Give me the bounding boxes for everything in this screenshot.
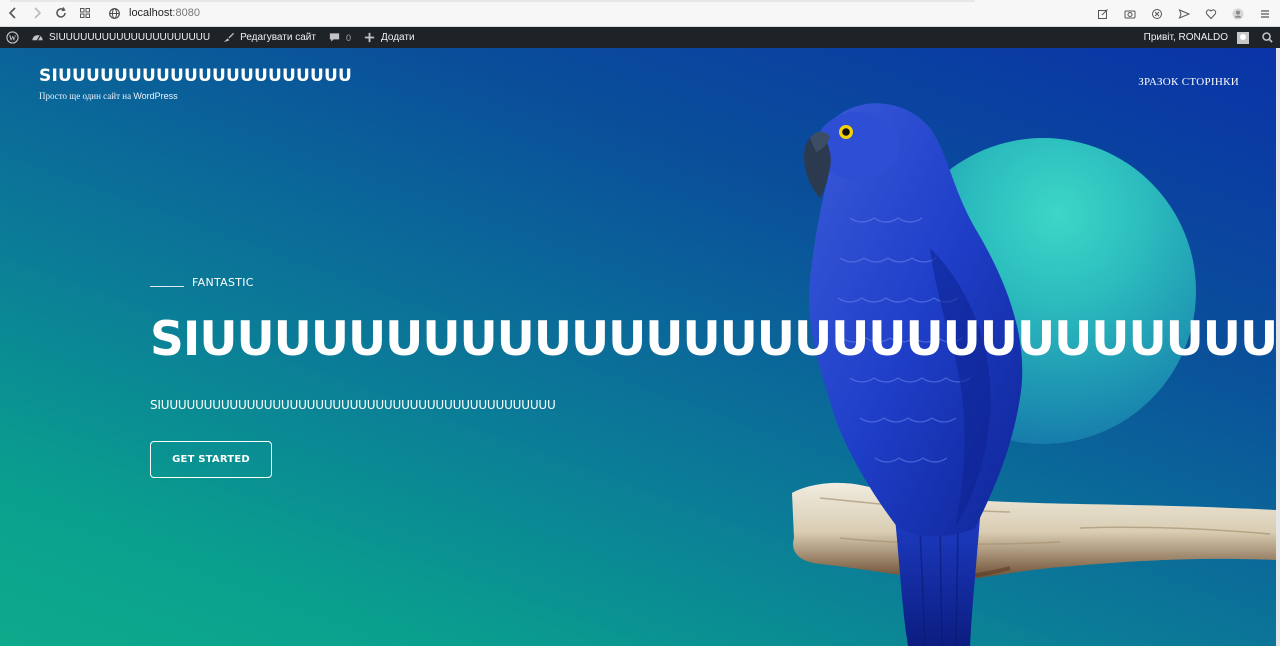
url-text: localhost:8080 xyxy=(129,7,200,19)
edit-icon[interactable] xyxy=(1092,3,1114,25)
comment-icon xyxy=(329,33,340,42)
plus-icon xyxy=(364,32,375,43)
admin-bar-edit-site[interactable]: Редагувати сайт xyxy=(216,27,322,48)
search-icon xyxy=(1262,32,1273,43)
camera-icon[interactable] xyxy=(1119,3,1141,25)
tab-strip xyxy=(10,0,975,2)
eyebrow-text: FANTASTIC xyxy=(192,276,254,289)
page-scrollbar[interactable] xyxy=(1276,48,1280,646)
menu-icon[interactable] xyxy=(1254,3,1276,25)
admin-bar-account[interactable]: Привіт, RONALDO xyxy=(1138,27,1255,48)
avatar xyxy=(1237,31,1249,44)
dashboard-icon xyxy=(32,35,43,41)
admin-bar-secondary: Привіт, RONALDO xyxy=(1138,27,1280,48)
parrot-image xyxy=(792,103,1276,646)
admin-bar-new-content[interactable]: Додати xyxy=(357,27,421,48)
site-tagline-text: Просто ще один сайт на xyxy=(39,91,134,101)
hero-subheadline: SIUUUUUUUUUUUUUUUUUUUUUUUUUUUUUUUUUUUUUU… xyxy=(150,398,556,412)
block-icon[interactable] xyxy=(1146,3,1168,25)
hero-eyebrow: FANTASTIC xyxy=(150,276,254,289)
get-started-button[interactable]: GET STARTED xyxy=(150,441,272,478)
browser-actions xyxy=(1090,3,1276,25)
wordpress-logo-icon[interactable]: W xyxy=(0,27,25,48)
admin-bar-greeting: Привіт, RONALDO xyxy=(1143,32,1228,43)
admin-bar-site-link[interactable]: SIUUUUUUUUUUUUUUUUUUUUU xyxy=(25,27,216,48)
hero-headline: SIUUUUUUUUUUUUUUUUUUUUUUUUUUUUU xyxy=(150,312,1276,367)
hero-section: SIUUUUUUUUUUUUUUUUUUUUU Просто ще один с… xyxy=(0,48,1276,646)
send-icon[interactable] xyxy=(1173,3,1195,25)
site-title[interactable]: SIUUUUUUUUUUUUUUUUUUUUU xyxy=(39,66,352,86)
url-host: localhost xyxy=(129,7,173,19)
nav-item-sample-page[interactable]: ЗРАЗОК СТОРІНКИ xyxy=(1138,76,1239,88)
url-port: :8080 xyxy=(172,7,200,19)
browser-toolbar: localhost:8080 xyxy=(0,0,1280,27)
eyebrow-divider xyxy=(150,286,184,287)
site-tagline: Просто ще один сайт на WordPress xyxy=(39,91,178,101)
profile-icon[interactable] xyxy=(1227,3,1249,25)
back-icon[interactable] xyxy=(2,2,24,24)
admin-bar-comments[interactable]: 0 xyxy=(322,27,357,48)
site-tagline-brand: WordPress xyxy=(133,91,178,101)
svg-text:W: W xyxy=(9,33,17,42)
admin-bar-search[interactable] xyxy=(1255,27,1280,48)
wp-admin-bar: W SIUUUUUUUUUUUUUUUUUUUUU Редагувати сай… xyxy=(0,27,1280,48)
brush-icon xyxy=(223,32,235,43)
forward-icon[interactable] xyxy=(26,2,48,24)
tabs-grid-icon[interactable] xyxy=(74,2,96,24)
address-bar[interactable]: localhost:8080 xyxy=(108,2,200,24)
globe-icon xyxy=(109,7,120,19)
reload-icon[interactable] xyxy=(50,2,72,24)
admin-bar-edit-label: Редагувати сайт xyxy=(240,32,316,43)
heart-icon[interactable] xyxy=(1200,3,1222,25)
comments-count: 0 xyxy=(345,32,351,43)
admin-bar-new-label: Додати xyxy=(380,32,415,43)
admin-bar-site-name: SIUUUUUUUUUUUUUUUUUUUUU xyxy=(49,32,211,43)
